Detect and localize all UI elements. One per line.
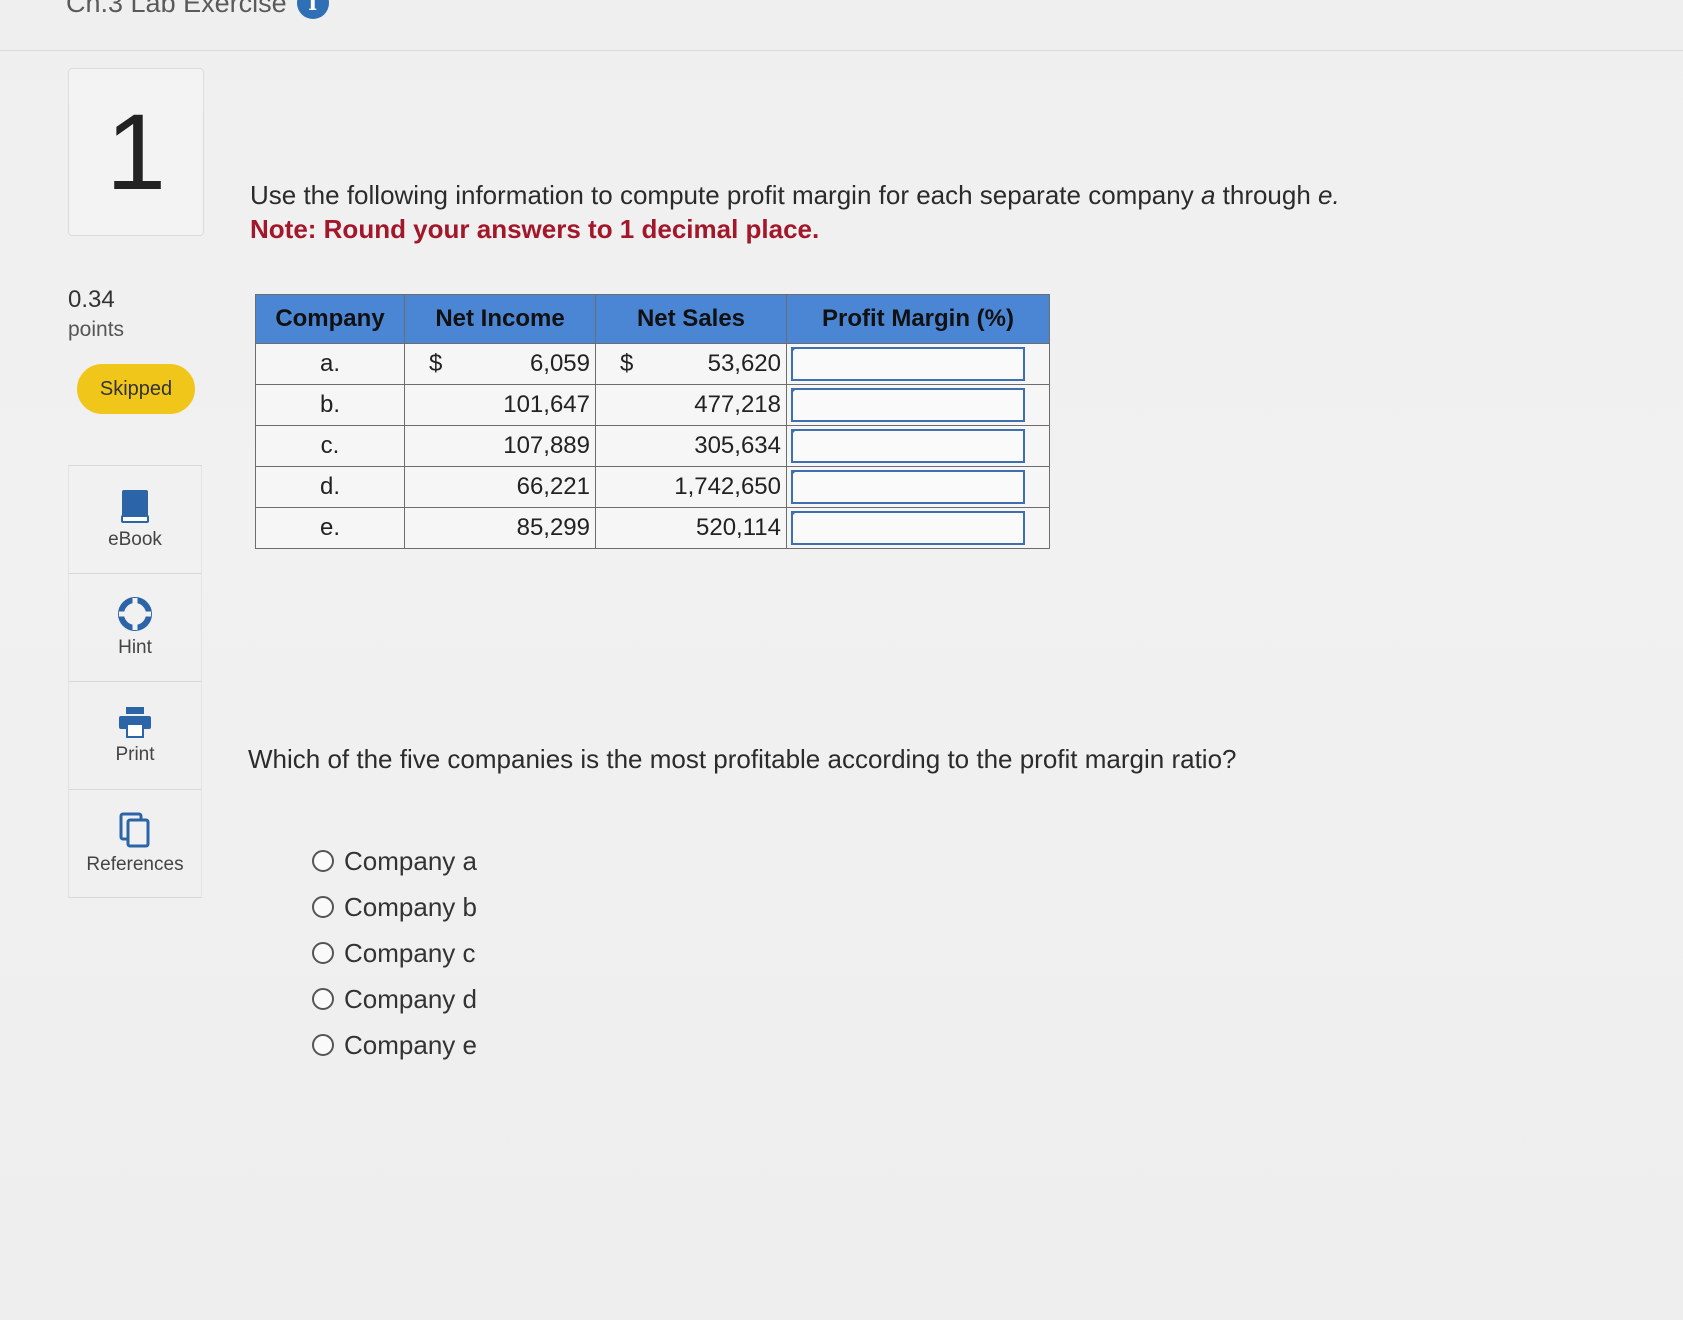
profit-margin-input[interactable] [791,470,1025,504]
table-row: c. 107,889 305,634 [255,425,1050,467]
option-company-e[interactable]: Company e [312,1022,477,1068]
info-icon[interactable]: i [296,0,329,19]
hint-label: Hint [118,636,152,658]
book-icon [121,489,149,523]
net-sales-value: 477,218 [694,391,781,418]
references-button[interactable]: References [68,789,202,898]
table-row: e. 85,299 520,114 [255,507,1050,549]
question-number: 1 [105,91,167,212]
print-button[interactable]: Print [68,681,202,789]
most-profitable-question: Which of the five companies is the most … [248,744,1237,774]
assignment-title: Ch.3 Lab Exercise [66,0,287,18]
documents-icon [119,812,151,848]
references-label: References [86,853,184,875]
net-sales-value: 53,620 [707,350,781,377]
net-sales-cell: $53,620 [595,343,787,385]
option-label: Company a [344,845,477,876]
currency-symbol: $ [429,350,443,377]
net-income-cell: 107,889 [404,425,596,467]
company-cell: c. [255,425,405,467]
radio-button[interactable] [312,988,334,1010]
header-divider [0,50,1683,51]
option-label: Company b [344,891,477,922]
option-label: Company d [344,983,477,1014]
option-label: Company e [344,1029,477,1060]
company-cell: e. [255,507,405,549]
net-sales-value: 520,114 [696,514,781,541]
radio-button[interactable] [312,942,334,964]
header-profit-margin: Profit Margin (%) [786,294,1050,344]
hint-button[interactable]: Hint [68,573,202,681]
rounding-note: Note: Round your answers to 1 decimal pl… [250,214,820,244]
profit-margin-table: Company Net Income Net Sales Profit Marg… [255,294,1050,549]
question-prompt: Use the following information to compute… [250,178,1500,246]
table-row: b. 101,647 477,218 [255,384,1050,426]
ebook-button[interactable]: eBook [68,465,202,573]
profit-margin-cell [786,343,1050,385]
net-income-cell: $6,059 [404,343,596,385]
table-row: a. $6,059 $53,620 [255,343,1050,385]
prompt-text: Use the following information to compute… [250,180,1340,210]
net-sales-cell: 520,114 [595,507,787,549]
profit-margin-input[interactable] [791,511,1025,545]
print-label: Print [115,743,155,765]
net-income-value: 66,221 [516,473,590,500]
net-sales-cell: 305,634 [595,425,787,467]
profit-margin-cell [786,466,1050,508]
net-income-cell: 101,647 [404,384,596,426]
option-company-d[interactable]: Company d [312,976,477,1022]
header-company: Company [255,294,405,344]
header-net-income: Net Income [404,294,596,344]
option-company-c[interactable]: Company c [312,930,477,976]
answer-options: Company a Company b Company c Company d … [312,838,477,1068]
lifebuoy-icon [118,596,152,631]
net-income-cell: 85,299 [404,507,596,549]
net-sales-value: 305,634 [694,432,781,459]
ebook-label: eBook [108,528,162,550]
profit-margin-input[interactable] [791,347,1025,381]
net-sales-cell: 477,218 [595,384,787,426]
net-income-value: 101,647 [503,391,590,418]
profit-margin-input[interactable] [791,388,1025,422]
option-company-a[interactable]: Company a [312,838,477,884]
net-sales-cell: 1,742,650 [595,466,787,508]
points-label: points [68,318,125,341]
company-cell: b. [255,384,405,426]
company-cell: a. [255,343,405,385]
status-badge: Skipped [77,364,195,414]
net-income-value: 107,889 [503,432,590,459]
radio-button[interactable] [312,896,334,918]
table-header-row: Company Net Income Net Sales Profit Marg… [255,294,1050,344]
profit-margin-cell [786,425,1050,467]
question-number-box: 1 [68,68,204,236]
printer-icon [118,706,152,738]
tools-panel: eBook Hint Print References [68,465,202,898]
header-net-sales: Net Sales [595,294,787,344]
option-company-b[interactable]: Company b [312,884,477,930]
table-row: d. 66,221 1,742,650 [255,466,1050,508]
net-sales-value: 1,742,650 [674,473,781,500]
radio-button[interactable] [312,850,334,872]
assignment-header: Ch.3 Lab Exercise i [66,0,329,19]
net-income-value: 85,299 [516,514,590,541]
profit-margin-cell [786,384,1050,426]
currency-symbol: $ [620,350,634,377]
net-income-value: 6,059 [529,350,590,377]
radio-button[interactable] [312,1034,334,1056]
points-value: 0.34 [68,286,115,313]
profit-margin-input[interactable] [791,429,1025,463]
option-label: Company c [344,937,476,968]
net-income-cell: 66,221 [404,466,596,508]
company-cell: d. [255,466,405,508]
profit-margin-cell [786,507,1050,549]
